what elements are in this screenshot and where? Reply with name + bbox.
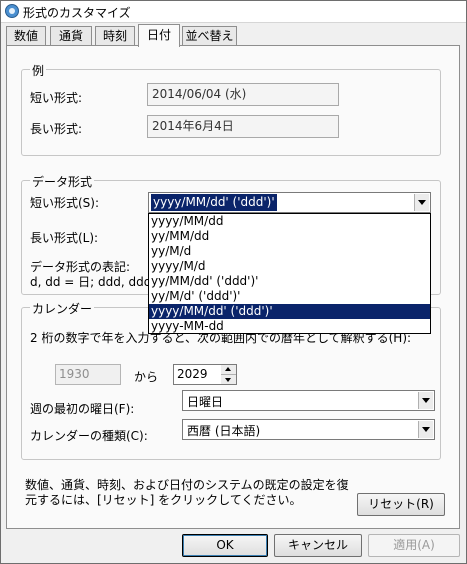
example-long-label: 長い形式: xyxy=(30,122,83,136)
ok-button[interactable]: OK xyxy=(182,534,268,557)
tab-currency[interactable]: 通貨 xyxy=(50,26,92,45)
dropdown-option[interactable]: yyyy/MM/dd xyxy=(149,214,430,229)
tab-time[interactable]: 時刻 xyxy=(95,26,135,45)
from-text: から xyxy=(134,370,159,384)
title-bar: 形式のカスタマイズ xyxy=(1,1,466,23)
short-format-combobox[interactable]: yyyy/MM/dd' ('ddd')' xyxy=(148,192,431,213)
year-stepper[interactable] xyxy=(221,364,237,385)
tab-strip: 数値 通貨 時刻 日付 並べ替え xyxy=(6,24,466,47)
calendar-type-value: 西暦 (日本語) xyxy=(187,424,261,438)
long-format-label: 長い形式(L): xyxy=(30,231,99,245)
example-short-label: 短い形式: xyxy=(30,91,83,105)
date-format-group-title: データ形式 xyxy=(30,173,95,190)
apply-button: 適用(A) xyxy=(368,534,460,557)
example-group-title: 例 xyxy=(30,62,47,79)
reset-button[interactable]: リセット(R) xyxy=(357,493,445,516)
dropdown-option[interactable]: yy/MM/dd' ('ddd')' xyxy=(149,274,430,289)
short-format-label: 短い形式(S): xyxy=(30,196,100,210)
regional-settings-icon xyxy=(5,4,19,18)
chevron-down-icon[interactable] xyxy=(418,392,433,409)
reset-info-text: 数値、通貨、時刻、および日付のシステムの既定の設定を復元するには、[リセット] … xyxy=(25,478,349,507)
short-format-dropdown-list[interactable]: yyyy/MM/dd yy/MM/dd yy/M/d yyyy/M/d yy/M… xyxy=(148,213,431,334)
dropdown-option[interactable]: yy/MM/dd xyxy=(149,229,430,244)
first-day-label: 週の最初の曜日(F): xyxy=(30,402,135,416)
cancel-button[interactable]: キャンセル xyxy=(274,534,362,557)
first-day-value: 日曜日 xyxy=(187,395,224,409)
example-long-value: 2014年6月4日 xyxy=(147,115,339,138)
dropdown-option[interactable]: yy/M/d xyxy=(149,244,430,259)
calendar-type-label: カレンダーの種類(C): xyxy=(30,429,148,443)
window-title: 形式のカスタマイズ xyxy=(23,6,131,20)
example-short-value: 2014/06/04 (水) xyxy=(147,83,339,106)
spin-down-icon[interactable] xyxy=(221,375,236,384)
dropdown-option[interactable]: yy/M/d' ('ddd')' xyxy=(149,289,430,304)
dropdown-option[interactable]: yyyy/M/d xyxy=(149,259,430,274)
chevron-down-icon[interactable] xyxy=(414,194,429,211)
dropdown-option-highlighted[interactable]: yyyy/MM/dd' ('ddd')' xyxy=(149,304,430,319)
short-format-selected: yyyy/MM/dd' ('ddd')' xyxy=(151,194,277,211)
calendar-group-title: カレンダー xyxy=(30,300,95,317)
dropdown-option[interactable]: yyyy-MM-dd xyxy=(149,319,430,334)
tab-date[interactable]: 日付 xyxy=(138,24,180,47)
chevron-down-icon[interactable] xyxy=(418,421,433,438)
tab-sort[interactable]: 並べ替え xyxy=(182,26,237,45)
spin-up-icon[interactable] xyxy=(221,365,236,375)
tab-number[interactable]: 数値 xyxy=(6,26,46,45)
to-year-field[interactable]: 2029 xyxy=(173,364,222,385)
customize-format-window: 形式のカスタマイズ 数値 通貨 時刻 日付 並べ替え 例 短い形式: 2014/… xyxy=(0,0,467,564)
first-day-combobox[interactable]: 日曜日 xyxy=(182,390,435,411)
calendar-type-combobox[interactable]: 西暦 (日本語) xyxy=(182,419,435,440)
from-year-field: 1930 xyxy=(55,364,121,385)
notation-text: d, dd = 日; ddd, ddd xyxy=(30,275,152,289)
